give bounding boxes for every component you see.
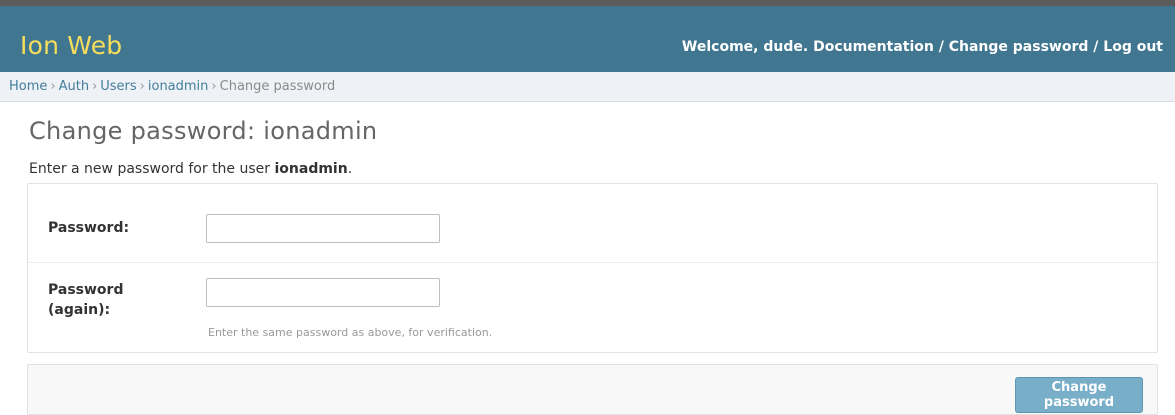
password-input[interactable] xyxy=(206,214,440,243)
form-row-password-again: Password (again): Enter the same passwor… xyxy=(28,263,1157,353)
log-out-link[interactable]: Log out xyxy=(1103,39,1163,55)
password-form: Password: Password (again): Enter the sa… xyxy=(27,183,1158,353)
form-row-password: Password: xyxy=(28,184,1157,263)
breadcrumb: Home › Auth › Users › ionadmin › Change password xyxy=(0,72,1175,102)
help-text: Enter the same password as above, for ve… xyxy=(208,326,493,339)
breadcrumb-separator: › xyxy=(50,79,56,94)
header: Ion Web Welcome, dude. Documentation / C… xyxy=(0,0,1175,72)
password-again-input[interactable] xyxy=(206,278,440,307)
breadcrumb-separator: › xyxy=(92,79,98,94)
user-tools-separator: / xyxy=(1088,39,1104,55)
welcome-suffix: . xyxy=(802,39,814,55)
intro-username: ionadmin xyxy=(274,161,348,177)
welcome-text: Welcome, xyxy=(681,39,764,55)
change-password-button[interactable]: Change password xyxy=(1015,377,1143,413)
breadcrumb-auth[interactable]: Auth xyxy=(59,79,89,94)
intro-prefix: Enter a new password for the user xyxy=(29,161,275,177)
username: dude xyxy=(763,39,803,55)
breadcrumb-users[interactable]: Users xyxy=(100,79,136,94)
user-tools: Welcome, dude. Documentation / Change pa… xyxy=(682,39,1163,55)
site-brand: Ion Web xyxy=(20,31,123,60)
intro-text: Enter a new password for the user ionadm… xyxy=(29,161,352,177)
user-tools-separator: / xyxy=(933,39,949,55)
password-label: Password: xyxy=(48,220,130,236)
breadcrumb-user[interactable]: ionadmin xyxy=(148,79,209,94)
breadcrumb-current: Change password xyxy=(219,79,336,94)
intro-suffix: . xyxy=(347,161,353,177)
page-title: Change password: ionadmin xyxy=(29,117,378,145)
breadcrumb-separator: › xyxy=(211,79,217,94)
documentation-link[interactable]: Documentation xyxy=(813,39,934,55)
password-again-label: Password (again): xyxy=(48,282,124,318)
submit-row: Change password xyxy=(27,364,1158,415)
change-password-link[interactable]: Change password xyxy=(949,39,1089,55)
breadcrumb-home[interactable]: Home xyxy=(9,79,47,94)
breadcrumb-separator: › xyxy=(139,79,145,94)
